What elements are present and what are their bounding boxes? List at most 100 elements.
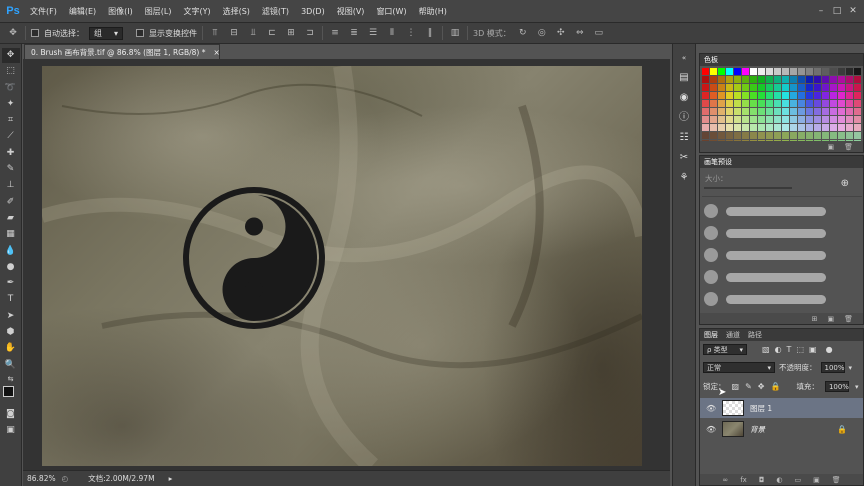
swap-colors-icon[interactable]: ⇆	[2, 374, 20, 384]
zoom-tool-icon[interactable]: 🔍	[2, 358, 20, 373]
swatch[interactable]	[830, 84, 837, 91]
new-swatch-icon[interactable]: ▣	[827, 143, 834, 151]
crop-tool-icon[interactable]: ⌗	[2, 113, 20, 128]
quick-mask-icon[interactable]: ◙	[2, 407, 20, 422]
brush-preset-manager-icon[interactable]: ⊕	[841, 178, 849, 189]
swatch[interactable]	[838, 108, 845, 115]
swatch[interactable]	[854, 92, 861, 99]
swatch[interactable]	[838, 76, 845, 83]
swatch[interactable]	[742, 108, 749, 115]
swatch[interactable]	[750, 100, 757, 107]
swatch[interactable]	[830, 132, 837, 139]
swatch[interactable]	[718, 68, 725, 75]
swatch[interactable]	[718, 124, 725, 131]
swatch[interactable]	[742, 92, 749, 99]
swatch[interactable]	[774, 124, 781, 131]
swatch[interactable]	[718, 132, 725, 139]
swatch[interactable]	[718, 100, 725, 107]
swatch[interactable]	[718, 116, 725, 123]
swatch[interactable]	[790, 132, 797, 139]
swatch[interactable]	[798, 92, 805, 99]
link-layers-icon[interactable]: ∞	[722, 476, 728, 484]
swatch[interactable]	[790, 84, 797, 91]
swatch[interactable]	[750, 132, 757, 139]
gradient-tool-icon[interactable]: ▦	[2, 227, 20, 242]
brush-preset-5[interactable]	[704, 292, 826, 306]
swatch[interactable]	[702, 68, 709, 75]
swatch[interactable]	[854, 100, 861, 107]
menu-view[interactable]: 视图(V)	[331, 6, 371, 17]
collapse-icon[interactable]: «	[676, 50, 692, 66]
swatch[interactable]	[734, 84, 741, 91]
swatch[interactable]	[710, 100, 717, 107]
swatch[interactable]	[734, 132, 741, 139]
swatch[interactable]	[854, 132, 861, 139]
swatch[interactable]	[734, 92, 741, 99]
adjustment-layer-icon[interactable]: ◐	[776, 476, 782, 484]
swatch[interactable]	[830, 108, 837, 115]
swatch[interactable]	[758, 100, 765, 107]
swatch[interactable]	[846, 76, 853, 83]
swatch[interactable]	[702, 108, 709, 115]
swatch[interactable]	[854, 124, 861, 131]
opacity-input[interactable]: 100%	[820, 362, 845, 373]
brush-preset-4[interactable]	[704, 270, 826, 284]
brush-presets-tab[interactable]: 画笔预设	[704, 157, 732, 167]
swatch[interactable]	[750, 124, 757, 131]
close-icon[interactable]: ✕	[846, 5, 860, 17]
swatch[interactable]	[782, 124, 789, 131]
swatch[interactable]	[766, 116, 773, 123]
lasso-tool-icon[interactable]: ➰	[2, 81, 20, 96]
swatch[interactable]	[838, 92, 845, 99]
swatch[interactable]	[742, 100, 749, 107]
swatch[interactable]	[814, 108, 821, 115]
distribute-right-icon[interactable]: ‖	[423, 26, 437, 40]
layer-row[interactable]: 👁 图层 1	[700, 398, 863, 418]
tab-layers[interactable]: 图层	[704, 330, 718, 340]
swatch[interactable]	[814, 116, 821, 123]
swatch[interactable]	[798, 124, 805, 131]
swatch[interactable]	[758, 84, 765, 91]
history-panel-icon[interactable]: ▤	[676, 70, 692, 86]
swatch[interactable]	[710, 84, 717, 91]
menu-edit[interactable]: 编辑(E)	[63, 6, 102, 17]
marquee-tool-icon[interactable]: ⬚	[2, 64, 20, 79]
swatch[interactable]	[806, 92, 813, 99]
swatch[interactable]	[838, 124, 845, 131]
swatch[interactable]	[798, 116, 805, 123]
layer-name[interactable]: 图层 1	[750, 403, 772, 414]
layer-name[interactable]: 背景	[750, 424, 765, 435]
swatch[interactable]	[734, 124, 741, 131]
swatch[interactable]	[782, 76, 789, 83]
swatch[interactable]	[822, 100, 829, 107]
clone-stamp-icon[interactable]: ⊥	[2, 178, 20, 193]
swatch[interactable]	[782, 92, 789, 99]
shape-tool-icon[interactable]: ⬢	[2, 325, 20, 340]
swatch[interactable]	[806, 100, 813, 107]
swatch[interactable]	[758, 124, 765, 131]
swatch[interactable]	[750, 68, 757, 75]
history-brush-icon[interactable]: ✐	[2, 195, 20, 210]
zoom-level[interactable]: 86.82%	[27, 474, 56, 483]
align-left-icon[interactable]: ⊏	[265, 26, 279, 40]
minimize-icon[interactable]: –	[814, 5, 828, 17]
swatch[interactable]	[742, 116, 749, 123]
swatch[interactable]	[846, 108, 853, 115]
screen-mode-icon[interactable]: ▣	[2, 423, 20, 438]
swatch[interactable]	[742, 124, 749, 131]
info-panel-icon[interactable]: ⓘ	[676, 110, 692, 126]
swatch[interactable]	[854, 84, 861, 91]
swatch[interactable]	[726, 84, 733, 91]
swatch[interactable]	[854, 76, 861, 83]
swatch[interactable]	[710, 124, 717, 131]
slide-3d-icon[interactable]: ⇔	[573, 26, 587, 40]
swatch[interactable]	[774, 92, 781, 99]
swatch[interactable]	[766, 100, 773, 107]
swatch[interactable]	[790, 76, 797, 83]
close-tab-icon[interactable]: ×	[213, 48, 219, 57]
brush-tool-icon[interactable]: ✎	[2, 162, 20, 177]
swatch[interactable]	[846, 132, 853, 139]
clone-source-icon[interactable]: ⚘	[676, 170, 692, 186]
swatch[interactable]	[766, 92, 773, 99]
swatch[interactable]	[742, 132, 749, 139]
